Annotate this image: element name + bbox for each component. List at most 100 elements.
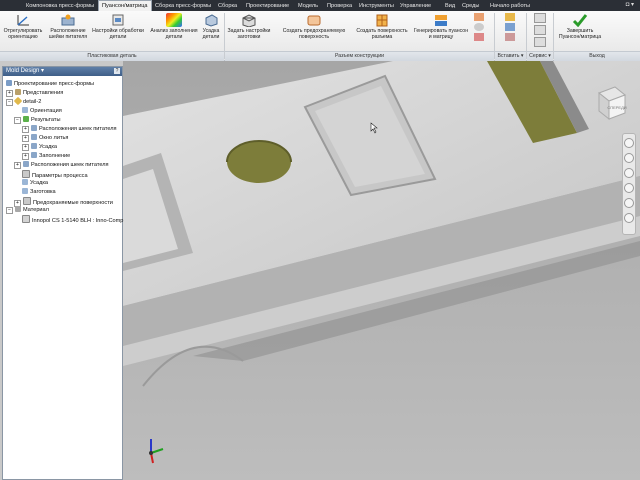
insert-core-icon[interactable] (505, 23, 515, 31)
tree-item-preshape-surfaces[interactable]: + Предохраняемые поверхности (14, 197, 113, 207)
tab-tools[interactable]: Инструменты (359, 1, 394, 11)
ribbon-tab-bar: Компоновка пресс-формы Пуансон/матрица С… (0, 0, 640, 11)
tab-environments[interactable]: Среды (462, 1, 479, 11)
expand-icon[interactable]: + (14, 162, 21, 169)
tree-item-filling[interactable]: + Заполнение (22, 152, 70, 160)
viewcube-face-label[interactable]: СПЕРЕДИ (607, 105, 626, 110)
tab-design[interactable]: Проектирование (246, 1, 289, 11)
create-parting-surface-label: Создать поверхность разъема (356, 28, 408, 40)
fill-analysis-button[interactable]: Анализ заполнения детали (148, 13, 200, 40)
finish-core-cavity-label: Завершить Пуансон/матрица (558, 28, 602, 40)
adjust-orientation-button[interactable]: Отрегулировать ориентацию (2, 13, 44, 40)
filling-node-icon (31, 152, 37, 158)
browser-title-bar[interactable]: Mold Design ▾ ? (3, 67, 122, 76)
create-preshape-surface-button[interactable]: Создать предохраняемую поверхность (275, 13, 353, 40)
expand-icon[interactable]: + (22, 144, 29, 151)
tree-item-shrinkage-result[interactable]: + Усадка (22, 143, 57, 151)
tree-item-results[interactable]: − Результаты (14, 116, 60, 124)
browser-title[interactable]: Mold Design ▾ (6, 68, 44, 74)
gate-location-label: Расположение шейки питателя (48, 28, 88, 40)
tab-manage[interactable]: Управление (400, 1, 431, 11)
finish-core-cavity-button[interactable]: Завершить Пуансон/матрица (556, 13, 604, 40)
tree-item-material[interactable]: − Материал (6, 206, 49, 214)
tree-item-workpiece[interactable]: Заготовка (22, 188, 56, 196)
runoff-icon[interactable] (474, 33, 484, 41)
tree-item-gate-locations-2[interactable]: + Расположения шеек питателя (14, 161, 109, 169)
expand-icon[interactable]: + (22, 126, 29, 133)
document-icon[interactable] (534, 13, 546, 23)
insert-tools-column[interactable] (500, 13, 520, 41)
workpiece-settings-button[interactable]: Задать настройки заготовки (226, 13, 272, 40)
document-list-icon[interactable] (534, 37, 546, 47)
workpiece-settings-label: Задать настройки заготовки (227, 28, 271, 40)
expand-icon[interactable]: + (22, 135, 29, 142)
expand-icon[interactable]: + (6, 90, 13, 97)
adjust-orientation-label: Отрегулировать ориентацию (3, 28, 43, 40)
tree-item-molding-window[interactable]: + Окно литья (22, 134, 68, 142)
surfaces-node-icon (23, 197, 31, 205)
tree-item-orientation[interactable]: Ориентация (22, 107, 62, 115)
zoom-icon[interactable] (624, 168, 634, 178)
shrinkage-icon (203, 13, 219, 27)
orbit-icon[interactable] (624, 183, 634, 193)
pan-icon[interactable] (624, 153, 634, 163)
help-icon[interactable]: ? (114, 68, 120, 74)
representations-icon (15, 89, 21, 95)
part-shrinkage-button[interactable]: Усадка детали (200, 13, 222, 40)
group-parting-design: Разъем конструкции (225, 51, 494, 61)
group-service[interactable]: Сервис ▾ (527, 51, 553, 61)
material-node-icon (22, 215, 30, 223)
look-at-icon[interactable] (624, 198, 634, 208)
navbar-more-icon[interactable] (624, 213, 634, 223)
part-icon (13, 96, 23, 106)
tree-item-representations[interactable]: + Представления (6, 89, 63, 97)
fill-analysis-label: Анализ заполнения детали (150, 28, 198, 40)
tree-item-mold-design[interactable]: Проектирование пресс-формы (6, 80, 94, 88)
graphics-viewport[interactable] (123, 61, 640, 480)
tree-item-gate-locations[interactable]: + Расположения шеек питателя (22, 125, 117, 133)
generate-core-cavity-button[interactable]: Генерировать пуансон и матрицу (412, 13, 470, 40)
tab-model[interactable]: Модель (298, 1, 318, 11)
fill-analysis-icon (166, 13, 182, 27)
create-parting-surface-button[interactable]: Создать поверхность разъема (355, 13, 409, 40)
patch-icon[interactable] (474, 13, 484, 21)
viewcube[interactable]: СПЕРЕДИ (593, 83, 627, 125)
tab-get-started[interactable]: Начало работы (490, 1, 530, 11)
tab-view[interactable]: Вид (445, 1, 455, 11)
material-icon (15, 206, 21, 212)
document-settings-icon[interactable] (534, 25, 546, 35)
collapse-icon[interactable]: − (6, 99, 13, 106)
shrinkage-node-icon (22, 179, 28, 185)
expand-icon[interactable]: + (22, 153, 29, 160)
steering-wheel-icon[interactable] (624, 138, 634, 148)
eye-icon[interactable] (474, 23, 484, 31)
process-settings-icon (110, 13, 126, 27)
service-tools-column[interactable] (532, 13, 548, 47)
tab-core-cavity[interactable]: Пуансон/матрица (98, 0, 152, 11)
tab-assembly[interactable]: Сборка (218, 1, 237, 11)
ribbon-panel: Отрегулировать ориентацию Расположение ш… (0, 11, 640, 61)
gate-location-button[interactable]: Расположение шейки питателя (46, 13, 90, 40)
generate-core-cavity-label: Генерировать пуансон и матрицу (413, 28, 469, 40)
collapse-icon[interactable]: − (6, 207, 13, 214)
ribbon-minimize-icon[interactable]: ◘ ▾ (626, 1, 634, 8)
tab-mold-layout[interactable]: Компоновка пресс-формы (26, 1, 94, 11)
orientation-icon (15, 13, 31, 27)
collapse-icon[interactable]: − (14, 117, 21, 124)
process-node-icon (22, 170, 30, 178)
tab-inspect[interactable]: Проверка (327, 1, 352, 11)
insert-cavity-icon[interactable] (505, 33, 515, 41)
shrinkage-node-icon (31, 143, 37, 149)
tab-mold-assembly[interactable]: Сборка пресс-формы (155, 1, 211, 11)
parting-tools-column[interactable] (472, 13, 486, 41)
process-settings-button[interactable]: Настройки обработки детали (90, 13, 146, 40)
tree-item-shrinkage[interactable]: Усадка (22, 179, 48, 187)
window-node-icon (31, 134, 37, 140)
tree-item-material-name[interactable]: Innopol CS 1-5140 BLH : Inno-Comp (22, 215, 123, 224)
group-insert[interactable]: Вставить ▾ (495, 51, 526, 61)
tree-item-detail-2[interactable]: − detail-2 (6, 96, 41, 106)
gate-node-icon (31, 125, 37, 131)
model-view[interactable] (123, 61, 640, 480)
insert-component-icon[interactable] (505, 13, 515, 21)
tree-item-process-parameters[interactable]: Параметры процесса (22, 170, 88, 179)
